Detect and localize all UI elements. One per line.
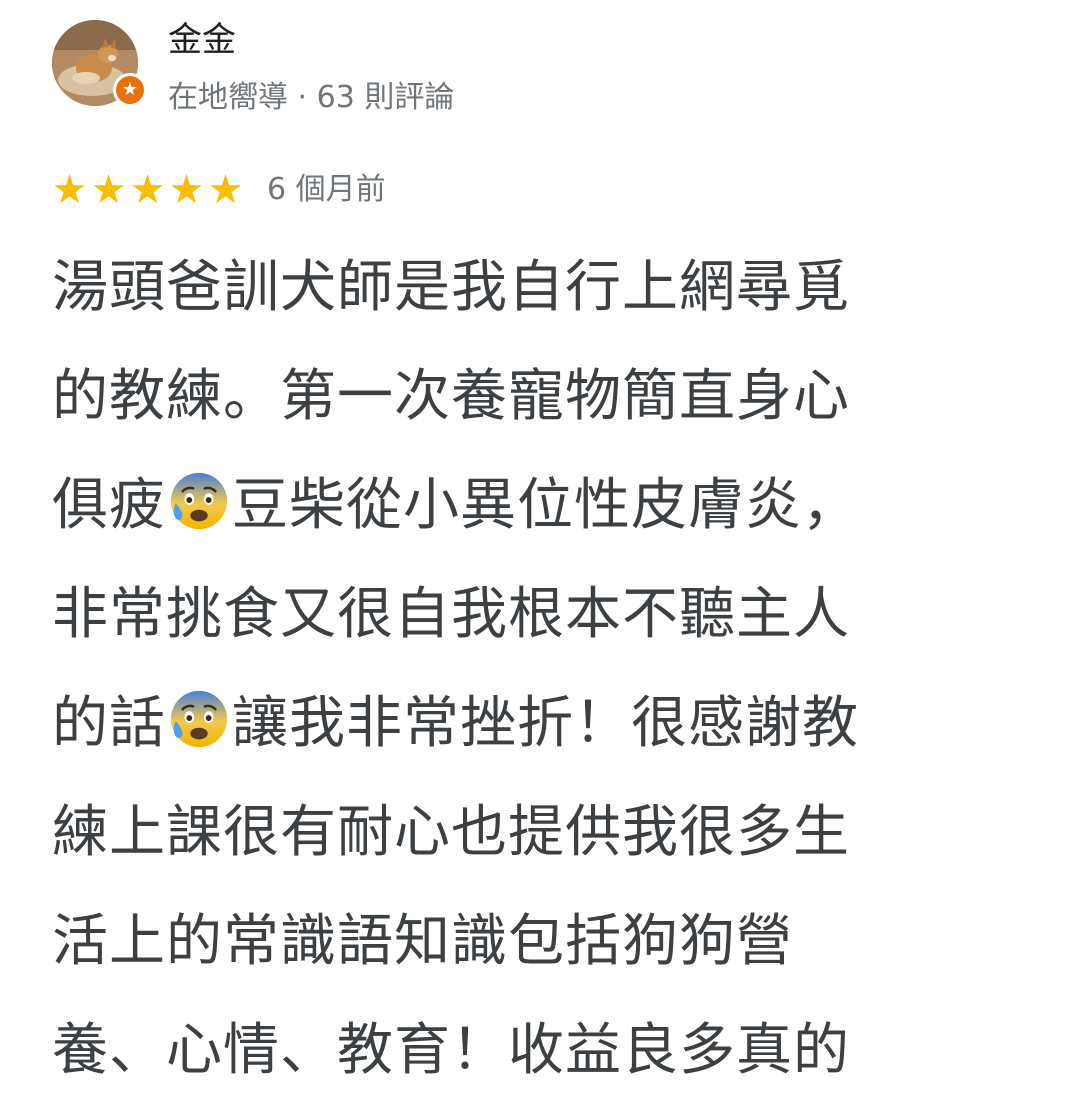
star-icon: ★	[90, 167, 127, 213]
review-text-line: 非常挑食又很自我根本不聽主人	[52, 560, 1012, 669]
anxious-face-emoji-icon	[168, 688, 230, 750]
review-text-line: 活上的常識語知識包括狗狗營	[52, 887, 1012, 996]
review-text-segment: 俱疲	[52, 473, 166, 538]
review-text-line: 養、心情、教育！收益良多真的	[52, 996, 1012, 1105]
star-icon: ★	[207, 167, 244, 213]
star-icon: ★	[51, 167, 88, 213]
review-text-segment: 養、心情、教育！收益良多真的	[52, 1018, 850, 1083]
review-text-segment: 非常挑食又很自我根本不聽主人	[52, 582, 850, 647]
star-icon: ★	[129, 167, 166, 213]
review-text-line: 俱疲 豆柴從小異位性皮膚炎，	[52, 451, 1012, 560]
review-text-line: 練上課很有耐心也提供我很多生	[52, 778, 1012, 887]
review-text-segment: 讓我非常挫折！很感謝教	[232, 691, 859, 756]
reviewer-meta: 在地嚮導 · 63 則評論	[168, 80, 455, 115]
review-text-segment: 湯頭爸訓犬師是我自行上網尋覓	[52, 255, 850, 320]
rating-row: ★ ★ ★ ★ ★ 6 個月前	[50, 168, 386, 212]
review-text-line: 的話 讓我非常挫折！很感謝教	[52, 669, 1012, 778]
reviewer-name[interactable]: 金金	[168, 18, 236, 62]
review-text-segment: 活上的常識語知識包括狗狗營	[52, 909, 793, 974]
star-icon: ★	[121, 79, 139, 100]
review-text-line: 的教練。第一次養寵物簡直身心	[52, 342, 1012, 451]
review-text-segment: 練上課很有耐心也提供我很多生	[52, 800, 850, 865]
review-text-segment: 的教練。第一次養寵物簡直身心	[52, 364, 850, 429]
review-text-segment: 的話	[52, 691, 166, 756]
star-rating: ★ ★ ★ ★ ★	[50, 170, 245, 210]
review-card: ★ 金金 在地嚮導 · 63 則評論 ★ ★ ★ ★ ★ 6 個月前 湯頭爸訓犬師是我自…	[0, 0, 1080, 1083]
anxious-face-emoji-icon	[168, 470, 230, 532]
review-text-segment: 豆柴從小異位性皮膚炎，	[232, 473, 859, 538]
local-guide-badge: ★	[113, 73, 147, 107]
star-icon: ★	[168, 167, 205, 213]
review-text-line: 湯頭爸訓犬師是我自行上網尋覓	[52, 233, 1012, 342]
review-text: 湯頭爸訓犬師是我自行上網尋覓 的教練。第一次養寵物簡直身心 俱疲 豆柴從小異位性皮膚炎…	[52, 233, 1012, 1105]
review-date: 6 個月前	[267, 172, 386, 207]
